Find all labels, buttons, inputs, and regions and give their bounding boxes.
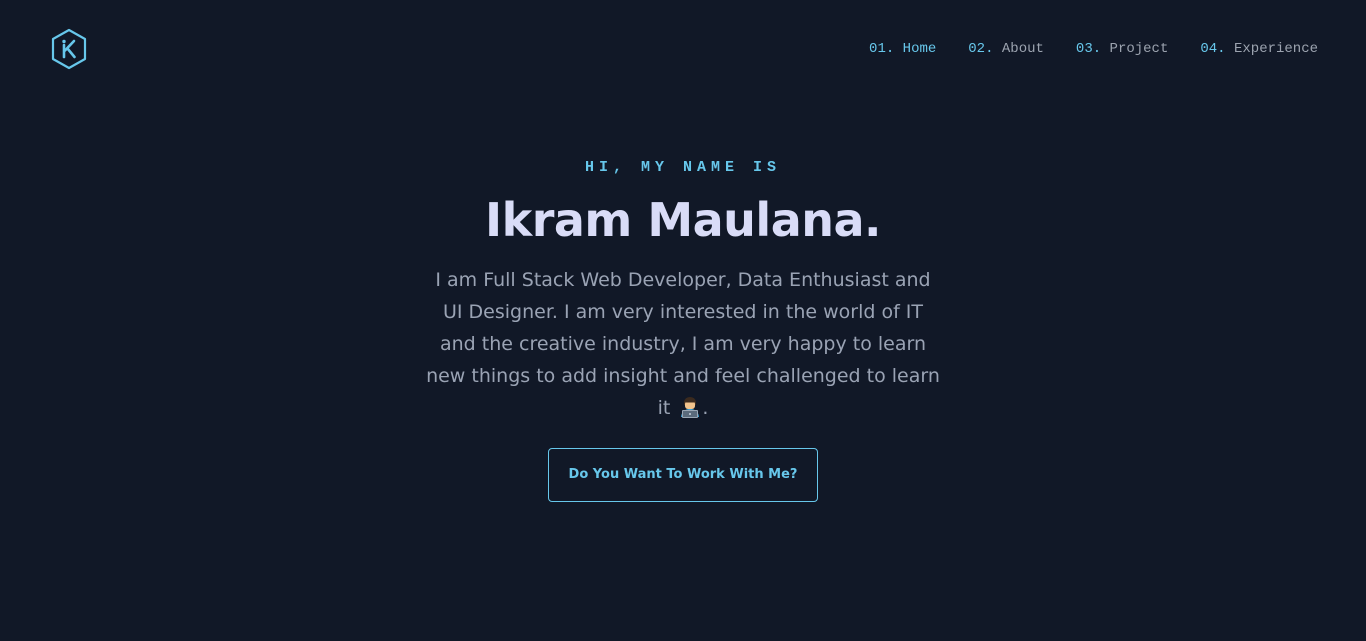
nav-item-number: 04. [1200, 41, 1226, 57]
hexagon-k-logo-icon [51, 28, 87, 70]
hero-bio-period: . [702, 397, 709, 419]
nav-item-number: 02. [968, 41, 994, 57]
hero-bio: I am Full Stack Web Developer, Data Enth… [423, 264, 943, 424]
main-nav: 01. Home 02. About 03. Project 04. Exper… [869, 40, 1318, 58]
nav-item-number: 03. [1075, 41, 1102, 57]
technologist-emoji-icon [678, 396, 702, 418]
work-with-me-button[interactable]: Do You Want To Work With Me? [547, 448, 819, 502]
nav-item-home[interactable]: 01. Home [869, 40, 936, 58]
nav-item-label: Home [902, 41, 937, 57]
home-logo-link[interactable] [50, 28, 88, 70]
nav-item-label: Project [1109, 41, 1169, 57]
hero-section: HI, MY NAME IS Ikram Maulana. I am Full … [0, 158, 1366, 502]
nav-item-label: Experience [1233, 41, 1318, 57]
nav-item-label: About [1001, 41, 1044, 57]
hero-name: Ikram Maulana. [484, 193, 882, 247]
nav-item-project[interactable]: 03. Project [1076, 40, 1168, 58]
nav-item-experience[interactable]: 04. Experience [1200, 40, 1318, 58]
hero-eyebrow: HI, MY NAME IS [584, 159, 782, 176]
nav-item-number: 01. [869, 41, 895, 57]
nav-item-about[interactable]: 02. About [968, 40, 1044, 58]
